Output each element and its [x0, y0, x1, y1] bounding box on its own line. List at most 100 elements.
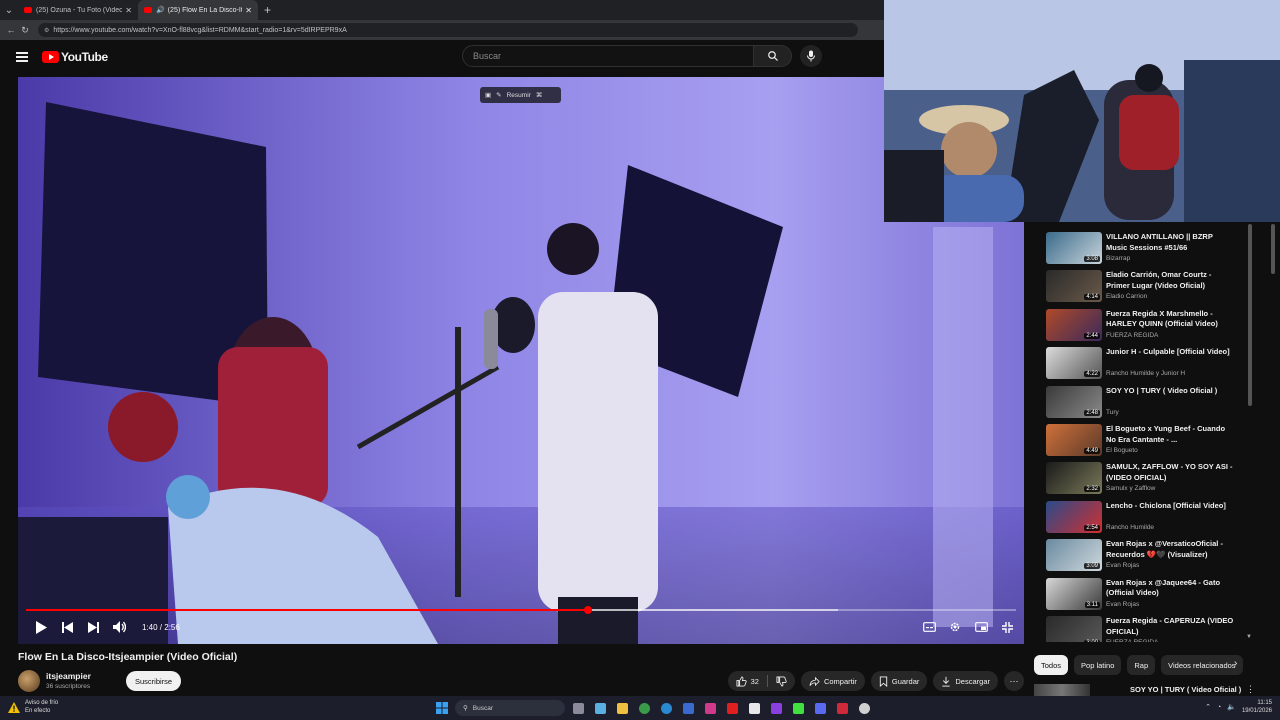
task-view-app[interactable]: [569, 699, 587, 717]
recommendation-thumbnail[interactable]: 3:09: [1046, 539, 1102, 572]
browser-tab-flow-en-la-disco[interactable]: 🔊 (25) Flow En La Disco-Itsjeampier ✕: [138, 0, 258, 20]
search-input[interactable]: [462, 45, 754, 67]
voice-search-button[interactable]: [800, 45, 822, 67]
sidebar-scrollbar[interactable]: [1248, 224, 1252, 406]
volume-button[interactable]: [106, 615, 132, 639]
chrome-app[interactable]: [635, 699, 653, 717]
recommendation-title[interactable]: Eladio Carrión, Omar Courtz - Primer Lug…: [1106, 270, 1236, 291]
recommendation-thumbnail[interactable]: 3:00: [1046, 616, 1102, 642]
url-field[interactable]: ⚙ https://www.youtube.com/watch?v=XnO-fl…: [38, 23, 858, 37]
new-tab-plus-icon[interactable]: +: [264, 3, 271, 17]
recommendation-thumbnail[interactable]: 4:49: [1046, 424, 1102, 456]
twitch-app[interactable]: [767, 699, 785, 717]
speaker-tray-icon[interactable]: 🔈: [1227, 703, 1236, 711]
recommendation-thumbnail[interactable]: 2:48: [1046, 385, 1102, 418]
channel-avatar[interactable]: [18, 670, 40, 692]
recommendation-thumbnail[interactable]: 2:32: [1046, 462, 1102, 495]
recommendation-thumbnail[interactable]: 3:08: [1046, 232, 1102, 264]
edge-app[interactable]: [657, 699, 675, 717]
page-scrollbar[interactable]: [1271, 224, 1275, 274]
recommendation-item[interactable]: 3:00 Fuerza Regida - CAPERUZA (VIDEO OFIC…: [1046, 616, 1246, 642]
pip-icon[interactable]: ▣: [485, 91, 491, 99]
previous-button[interactable]: [54, 615, 80, 639]
weather-widget[interactable]: Aviso de frío En efecto: [8, 699, 58, 715]
reload-icon[interactable]: ↻: [18, 25, 32, 36]
site-info-icon[interactable]: ⚙: [44, 27, 49, 34]
instagram-app[interactable]: [701, 699, 719, 717]
channel-name[interactable]: itsjeampier: [46, 671, 91, 681]
tray-chevron-icon[interactable]: ⌃: [1205, 703, 1211, 711]
tab-search-chevron-icon[interactable]: ⌄: [0, 0, 18, 20]
next-recommendation[interactable]: SOY YO | TURY ( Video Oficial ) ⋮: [1034, 682, 1280, 696]
recommendation-item[interactable]: 2:32 SAMULX, ZAFFLOW - YO SOY ASI - (VIDE…: [1046, 462, 1246, 498]
pip-summarize-label[interactable]: Resumir: [507, 92, 531, 99]
play-button[interactable]: [28, 615, 54, 639]
chip-videos-relacionados[interactable]: Videos relacionados: [1161, 655, 1243, 675]
start-button[interactable]: [433, 699, 451, 717]
recommendation-thumbnail[interactable]: 3:11: [1046, 577, 1102, 610]
chips-next-chevron-icon[interactable]: ›: [1234, 658, 1237, 669]
next-more-icon[interactable]: ⋮: [1246, 684, 1255, 695]
youtube-logo[interactable]: YouTube: [42, 50, 108, 64]
pdf-app[interactable]: [833, 699, 851, 717]
back-arrow-icon[interactable]: ←: [4, 25, 18, 35]
kick-app[interactable]: [789, 699, 807, 717]
amazon-app[interactable]: [745, 699, 763, 717]
discord-app[interactable]: [811, 699, 829, 717]
recommendation-title[interactable]: Fuerza Regida - CAPERUZA (VIDEO OFICIAL): [1106, 616, 1236, 637]
subtitles-button[interactable]: [918, 615, 940, 639]
like-button[interactable]: 32: [728, 671, 767, 691]
recommendation-thumbnail[interactable]: 4:14: [1046, 270, 1102, 303]
recommendation-item[interactable]: 4:49 El Bogueto x Yung Beef - Cuando No E…: [1046, 424, 1246, 460]
recommendation-title[interactable]: El Bogueto x Yung Beef - Cuando No Era C…: [1106, 424, 1236, 445]
recommendation-thumbnail[interactable]: 2:44: [1046, 308, 1102, 341]
next-button[interactable]: [80, 615, 106, 639]
subscribe-button[interactable]: Suscribirse: [126, 671, 182, 691]
recommendation-item[interactable]: 3:08 VILLANO ANTILLANO || BZRP Music Sess…: [1046, 232, 1246, 268]
recommendation-thumbnail[interactable]: 4:22: [1046, 347, 1102, 380]
pip-extra-icon[interactable]: ⌘: [536, 91, 543, 99]
chip-todos[interactable]: Todos: [1034, 655, 1069, 675]
recommendation-title[interactable]: Junior H - Culpable [Official Video]: [1106, 347, 1236, 358]
tab-close-icon[interactable]: ✕: [245, 6, 252, 15]
chip-pop-latino[interactable]: Pop latino: [1074, 655, 1122, 675]
recommendation-item[interactable]: 4:22 Junior H - Culpable [Official Video]…: [1046, 347, 1246, 383]
recommendation-item[interactable]: 2:48 SOY YO | TURY ( Video Oficial ) Tury: [1046, 385, 1246, 422]
picture-in-picture-bar[interactable]: ▣ ✎ Resumir ⌘: [480, 87, 561, 103]
recommendation-thumbnail[interactable]: 2:54: [1046, 500, 1102, 533]
wifi-icon[interactable]: ◔: [1217, 704, 1221, 711]
dislike-button[interactable]: [768, 671, 795, 691]
recommendation-title[interactable]: Evan Rojas x @Jaquee64 - Gato (Official …: [1106, 578, 1236, 599]
recommendation-title[interactable]: VILLANO ANTILLANO || BZRP Music Sessions…: [1106, 232, 1236, 253]
recommendation-item[interactable]: 2:44 Fuerza Regida X Marshmello - HARLEY …: [1046, 308, 1246, 345]
save-button[interactable]: Guardar: [870, 671, 928, 691]
browser-tab-ozuna[interactable]: (25) Ozuna - Tu Foto (Video Oficial) ✕: [18, 0, 138, 20]
settings-button[interactable]: [944, 615, 966, 639]
recommendation-title[interactable]: SOY YO | TURY ( Video Oficial ): [1106, 386, 1236, 397]
obs-app[interactable]: [855, 699, 873, 717]
recommendation-item[interactable]: 2:54 Lencho - Chiclona [Official Video] Ra…: [1046, 500, 1246, 537]
store-app[interactable]: [679, 699, 697, 717]
recommendation-item[interactable]: 4:14 Eladio Carrión, Omar Courtz - Primer…: [1046, 270, 1246, 306]
fullscreen-button[interactable]: [996, 615, 1018, 639]
tab-close-icon[interactable]: ✕: [125, 6, 132, 15]
speaker-icon[interactable]: 🔊: [156, 6, 165, 14]
video-player[interactable]: ▣ ✎ Resumir ⌘ 1:40 / 2:56: [18, 77, 1024, 644]
menu-hamburger-icon[interactable]: [16, 52, 28, 62]
recommendation-title[interactable]: SAMULX, ZAFFLOW - YO SOY ASI - (VIDEO OF…: [1106, 462, 1236, 483]
recommendation-item[interactable]: 3:11 Evan Rojas x @Jaquee64 - Gato (Offic…: [1046, 577, 1246, 614]
search-button[interactable]: [754, 45, 792, 67]
recommendation-item[interactable]: 3:09 Evan Rojas x @VersaticoOficial - Rec…: [1046, 539, 1246, 575]
share-button[interactable]: Compartir: [800, 671, 865, 691]
progress-bar[interactable]: [26, 606, 1016, 614]
recommendation-title[interactable]: Evan Rojas x @VersaticoOficial - Recuerd…: [1106, 539, 1236, 560]
miniplayer-button[interactable]: [970, 615, 992, 639]
copilot-app[interactable]: [591, 699, 609, 717]
more-actions-button[interactable]: ⋯: [1004, 671, 1024, 691]
recommendation-title[interactable]: Lencho - Chiclona [Official Video]: [1106, 501, 1236, 512]
recommendation-title[interactable]: Fuerza Regida X Marshmello - HARLEY QUIN…: [1106, 309, 1236, 330]
download-button[interactable]: Descargar: [933, 671, 998, 691]
scroll-down-arrow-icon[interactable]: ▼: [1246, 634, 1252, 640]
clock[interactable]: 11:15 19/01/2026: [1242, 699, 1272, 715]
chip-rap[interactable]: Rap: [1127, 655, 1156, 675]
